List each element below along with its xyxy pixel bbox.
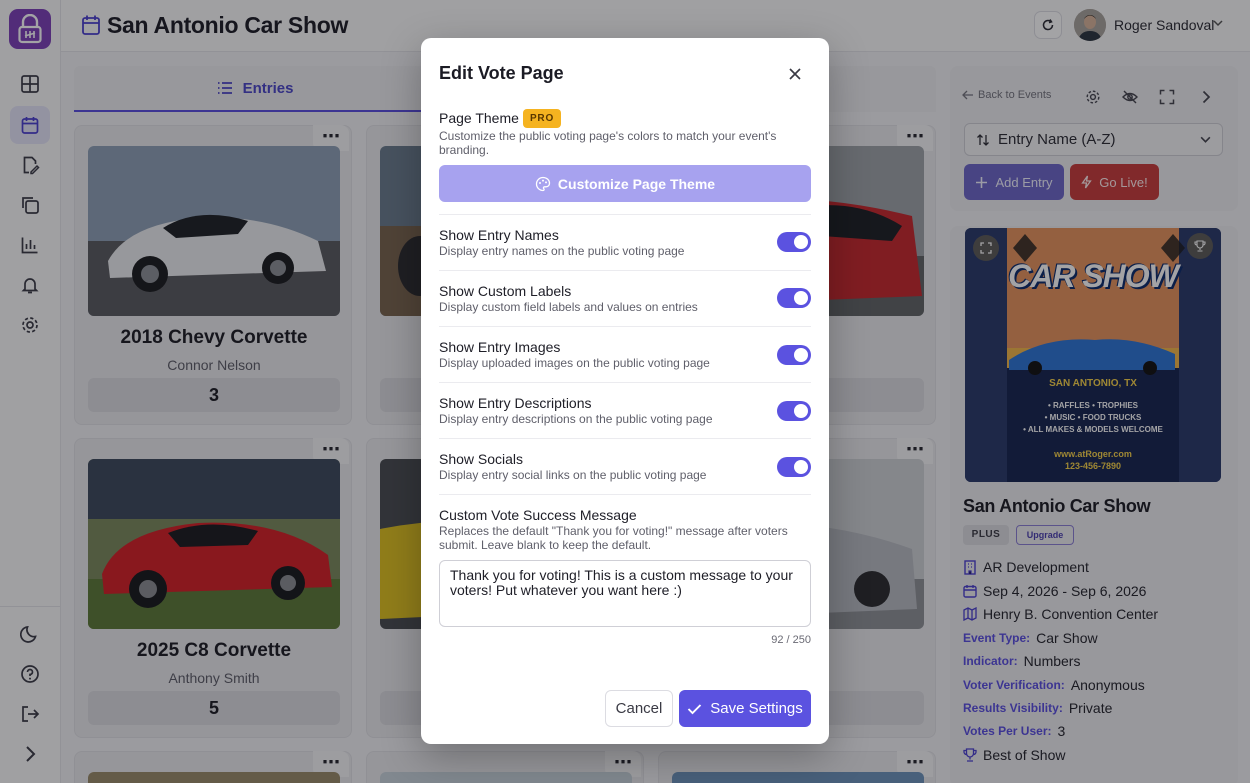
- pro-badge: PRO: [523, 109, 561, 128]
- customize-page-theme-button[interactable]: Customize Page Theme: [439, 165, 811, 202]
- save-settings-button[interactable]: Save Settings: [679, 690, 811, 727]
- palette-icon: [535, 176, 551, 191]
- custom-message-input[interactable]: Thank you for voting! This is a custom m…: [439, 560, 811, 627]
- toggle-desc: Display uploaded images on the public vo…: [439, 356, 710, 370]
- toggle-desc: Display entry names on the public voting…: [439, 244, 685, 258]
- divider: [439, 270, 811, 271]
- toggle-title: Show Socials: [439, 451, 524, 467]
- divider: [439, 494, 811, 495]
- cancel-button[interactable]: Cancel: [605, 690, 673, 727]
- show-entry-images-toggle[interactable]: [777, 345, 811, 365]
- page-theme-desc: Customize the public voting page's color…: [439, 129, 777, 157]
- divider: [439, 382, 811, 383]
- toggle-desc: Display entry descriptions on the public…: [439, 412, 713, 426]
- show-entry-names-toggle[interactable]: [777, 232, 811, 252]
- edit-vote-page-dialog: Edit Vote Page Page Theme PRO Customize …: [421, 38, 829, 744]
- show-socials-toggle[interactable]: [777, 457, 811, 477]
- toggle-desc: Display custom field labels and values o…: [439, 300, 698, 314]
- toggle-title: Show Entry Images: [439, 339, 561, 355]
- toggle-title: Show Custom Labels: [439, 283, 572, 299]
- toggle-desc: Display entry social links on the public…: [439, 468, 707, 482]
- divider: [439, 438, 811, 439]
- custom-message-title: Custom Vote Success Message: [439, 507, 637, 523]
- divider: [439, 326, 811, 327]
- close-icon[interactable]: [785, 64, 805, 84]
- toggle-title: Show Entry Names: [439, 227, 559, 243]
- dialog-title: Edit Vote Page: [439, 63, 564, 83]
- check-icon: [688, 703, 702, 714]
- char-count: 92 / 250: [771, 634, 811, 646]
- page-theme-title: Page Theme: [439, 110, 519, 126]
- save-settings-label: Save Settings: [710, 700, 803, 717]
- custom-message-desc: Replaces the default "Thank you for voti…: [439, 524, 788, 552]
- customize-theme-label: Customize Page Theme: [557, 175, 716, 192]
- show-entry-descriptions-toggle[interactable]: [777, 401, 811, 421]
- toggle-title: Show Entry Descriptions: [439, 395, 592, 411]
- divider: [439, 214, 811, 215]
- show-custom-labels-toggle[interactable]: [777, 288, 811, 308]
